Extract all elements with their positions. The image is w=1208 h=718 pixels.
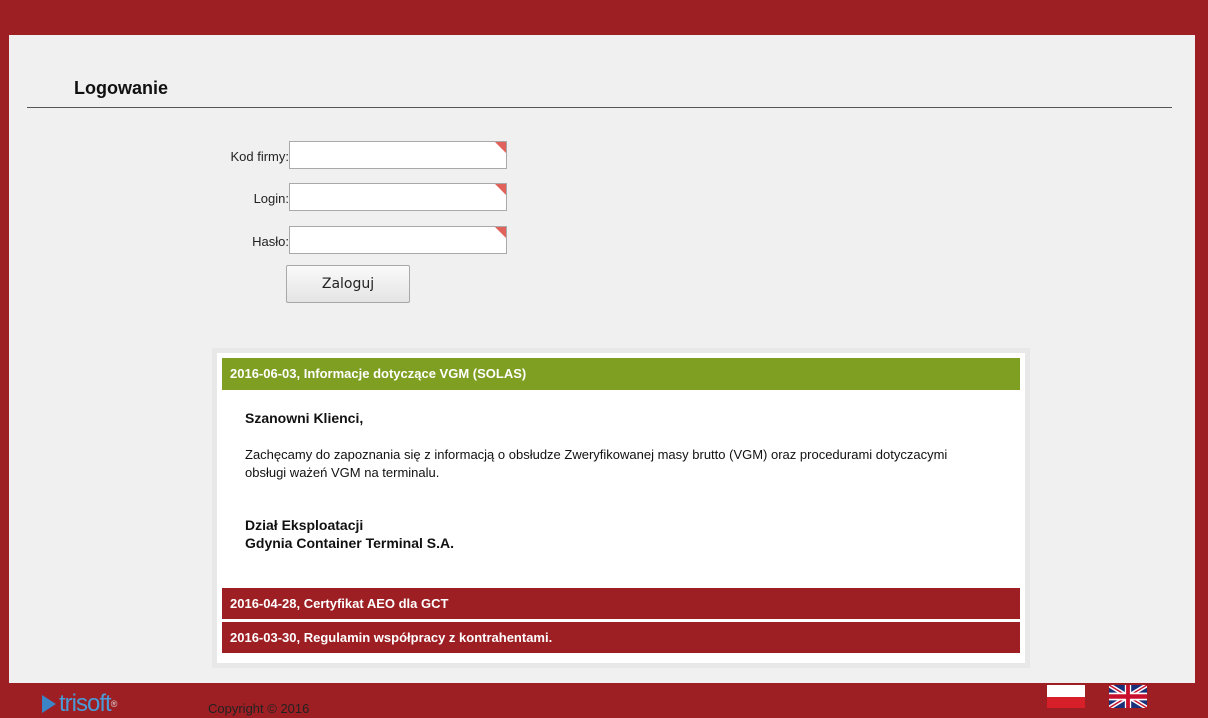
- news-accordion: 2016-06-03, Informacje dotyczące VGM (SO…: [212, 348, 1030, 668]
- main-panel: Logowanie Kod firmy: Login: Hasło: Zalog…: [9, 35, 1195, 683]
- news-signature: Dział Eksploatacji Gdynia Container Term…: [245, 516, 997, 552]
- news-content: Szanowni Klienci, Zachęcamy do zapoznani…: [222, 390, 1020, 585]
- copyright-text: Copyright © 2016: [208, 701, 310, 716]
- news-signature-company: Gdynia Container Terminal S.A.: [245, 535, 455, 551]
- login-label: Login:: [253, 191, 289, 206]
- page-title: Logowanie: [74, 78, 168, 98]
- poland-flag-icon[interactable]: [1047, 685, 1085, 708]
- uk-flag-icon[interactable]: [1109, 685, 1147, 708]
- news-header-regulamin[interactable]: 2016-03-30, Regulamin współpracy z kontr…: [222, 619, 1020, 653]
- title-divider: [27, 107, 1172, 108]
- news-signature-department: Dział Eksploatacji: [245, 517, 364, 533]
- footer: trisoft ® Copyright © 2016: [0, 683, 1208, 718]
- registered-icon: ®: [110, 699, 118, 709]
- password-label: Hasło:: [252, 234, 289, 249]
- news-header-vgm[interactable]: 2016-06-03, Informacje dotyczące VGM (SO…: [222, 358, 1020, 390]
- password-input[interactable]: [289, 226, 507, 254]
- logo-text: trisoft: [59, 690, 112, 717]
- login-button[interactable]: Zaloguj: [286, 265, 410, 303]
- login-input[interactable]: [289, 183, 507, 211]
- news-header-aeo[interactable]: 2016-04-28, Certyfikat AEO dla GCT: [222, 585, 1020, 619]
- trisoft-logo: trisoft ®: [42, 690, 117, 718]
- company-code-label: Kod firmy:: [230, 149, 289, 164]
- play-triangle-icon: [42, 695, 56, 713]
- news-greeting: Szanowni Klienci,: [245, 410, 364, 426]
- top-band: [0, 0, 1208, 12]
- company-code-input[interactable]: [289, 141, 507, 169]
- news-text: Zachęcamy do zapoznania się z informacją…: [245, 447, 948, 480]
